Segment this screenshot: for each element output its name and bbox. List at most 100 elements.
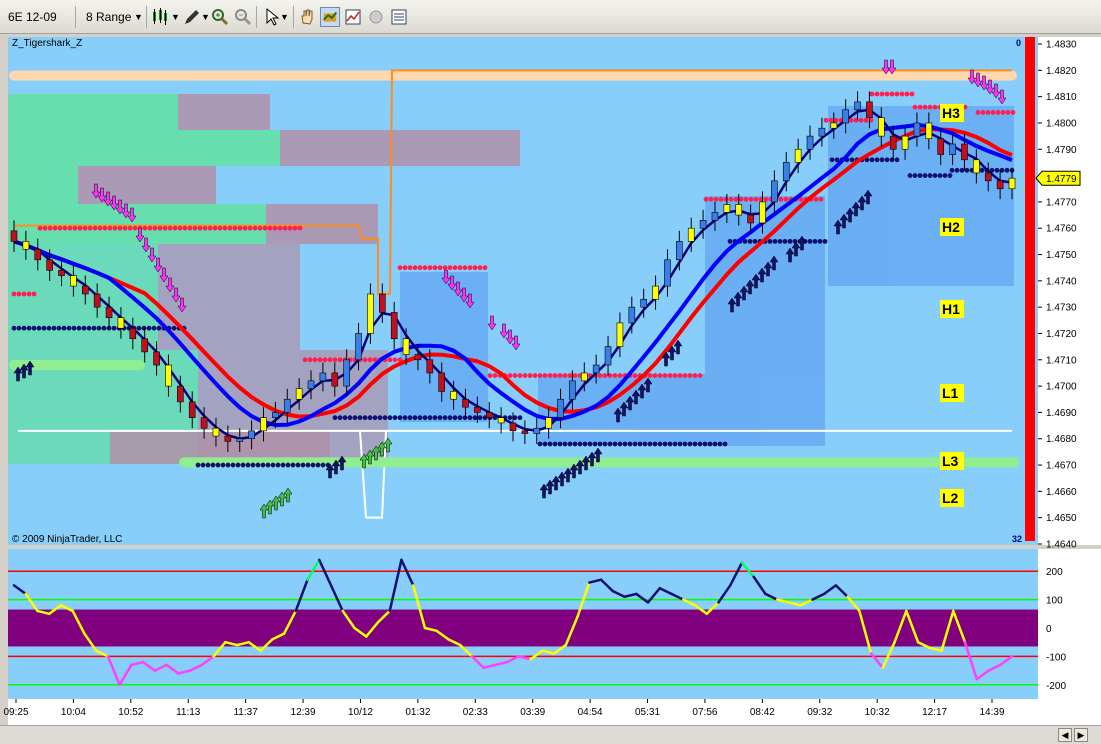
resistance-dot [117, 225, 123, 231]
support-dot [101, 325, 107, 331]
support-dot [632, 441, 638, 447]
candle-body [699, 220, 707, 229]
hand-icon[interactable] [297, 7, 317, 27]
candle-body [664, 259, 671, 287]
price-tick-label: 1.4760 [1046, 224, 1077, 235]
toolbar-separator [293, 6, 294, 28]
chevron-down-icon[interactable]: ▼ [201, 7, 210, 27]
support-dot [452, 415, 458, 421]
candle-body [10, 230, 18, 242]
properties-icon[interactable] [389, 7, 409, 27]
candle-body [592, 364, 600, 374]
support-dot [917, 173, 923, 178]
support-dot [777, 238, 783, 244]
candle-body [105, 306, 113, 318]
scroll-right-button[interactable]: ▶ [1074, 728, 1088, 742]
resistance-dot [332, 357, 338, 363]
candle-body [652, 285, 659, 300]
support-dot [200, 462, 206, 468]
support-dot [542, 441, 548, 447]
support-dot [387, 415, 393, 421]
resistance-dot [763, 196, 769, 202]
support-dot [829, 157, 835, 163]
support-dot [305, 462, 311, 468]
candle-body [319, 372, 327, 382]
pencil-icon[interactable] [182, 7, 202, 27]
support-dot [552, 441, 558, 447]
time-tick-label: 12:17 [922, 707, 947, 718]
resistance-dot [402, 265, 408, 271]
candle-body [604, 346, 612, 366]
support-dot [347, 415, 353, 421]
resistance-dot [147, 225, 153, 231]
scroll-left-button[interactable]: ◀ [1058, 728, 1072, 742]
chart-area[interactable]: H3 H2 H1 L1 L3 L2 1.4830 1.4820 1.4810 1.4800 1.4… [0, 34, 1101, 725]
data-series-icon[interactable] [320, 7, 340, 27]
bar-type-selector[interactable]: 8 Range [86, 7, 131, 27]
support-dot [627, 441, 633, 447]
support-dot [210, 462, 216, 468]
support-dot [687, 441, 693, 447]
support-dot [275, 462, 281, 468]
support-dot [587, 441, 593, 447]
candle-body [224, 435, 232, 442]
resistance-dot [828, 117, 834, 123]
candle-body [379, 293, 386, 313]
support-dot [205, 462, 211, 468]
indicators-icon[interactable] [343, 7, 363, 27]
support-dot [702, 441, 708, 447]
resistance-dot [277, 225, 283, 231]
chevron-down-icon[interactable]: ▼ [171, 7, 180, 27]
copyright-label: © 2009 NinjaTrader, LLC [12, 534, 122, 545]
support-dot [884, 157, 890, 163]
candle-body [640, 298, 647, 308]
bar-counter-bottom: 32 [1012, 534, 1022, 544]
strategy-icon[interactable] [366, 7, 386, 27]
resistance-dot [272, 225, 278, 231]
support-dot [437, 415, 443, 421]
candle-body [165, 364, 172, 387]
candle-body [996, 180, 1004, 190]
support-dot [41, 325, 47, 331]
support-dot [922, 173, 928, 178]
chevron-down-icon[interactable]: ▼ [134, 7, 143, 27]
support-dot [36, 325, 42, 331]
support-dot [557, 441, 563, 447]
oscillator-tick-label: 0 [1046, 624, 1052, 635]
value-area [705, 196, 825, 446]
support-dot [772, 238, 778, 244]
resistance-dot [457, 265, 463, 271]
price-tick-label: 1.4640 [1046, 540, 1077, 551]
support-dot [315, 462, 321, 468]
candle-body [782, 162, 790, 182]
horizontal-scrollbar[interactable]: ◀ ▶ [0, 725, 1101, 744]
toolbar-separator [256, 6, 257, 28]
time-tick-label: 10:04 [61, 707, 86, 718]
cursor-icon[interactable] [262, 7, 282, 27]
time-tick-label: 05:31 [635, 707, 660, 718]
zoom-out-icon[interactable] [233, 7, 253, 27]
support-dot [136, 325, 142, 331]
support-dot [407, 415, 413, 421]
resistance-dot [31, 291, 37, 297]
candlestick-style-icon[interactable] [150, 7, 170, 27]
support-dot [392, 415, 398, 421]
candle-body [878, 117, 885, 137]
support-dot [372, 415, 378, 421]
candle-body [533, 427, 541, 434]
instrument-selector[interactable]: 6E 12-09 [8, 7, 57, 27]
resistance-dot [467, 265, 473, 271]
candle-body [687, 227, 695, 242]
candle-body [557, 398, 564, 418]
zoom-in-icon[interactable] [210, 7, 230, 27]
support-dot [692, 441, 698, 447]
profile-zone [178, 94, 270, 130]
resistance-dot [557, 373, 563, 378]
support-dot [16, 325, 22, 331]
resistance-dot [42, 225, 48, 231]
chevron-down-icon[interactable]: ▼ [280, 7, 289, 27]
time-tick-label: 09:32 [807, 707, 832, 718]
profile-zone [280, 130, 520, 166]
resistance-dot [922, 104, 928, 110]
support-dot [712, 441, 718, 447]
